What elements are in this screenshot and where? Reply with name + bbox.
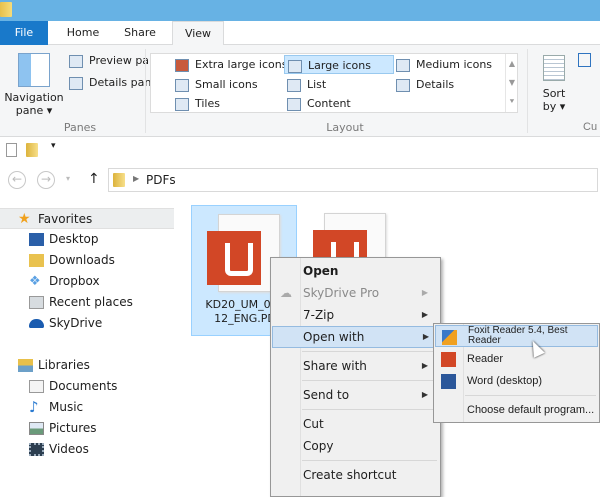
nav-item-skydrive[interactable]: SkyDrive <box>29 313 102 334</box>
sort-icon <box>543 55 565 81</box>
desktop-icon <box>29 233 44 246</box>
layout-large-icons[interactable]: Large icons <box>284 55 394 74</box>
libraries-icon <box>18 359 33 372</box>
current-view-group-label: Cu <box>583 121 598 133</box>
preview-pane-icon <box>69 54 83 68</box>
nav-item-music[interactable]: ♪ Music <box>29 397 83 418</box>
menu-7zip[interactable]: 7-Zip ▶ <box>273 304 438 326</box>
layout-group-label: Layout <box>326 121 364 134</box>
gallery-scroll[interactable]: ▲ ▼ ⯆ <box>505 54 518 112</box>
dropbox-icon: ❖ <box>29 274 41 289</box>
context-menu: Open ☁ SkyDrive Pro ▶ 7-Zip ▶ Open with ▶ Sh… <box>270 257 441 497</box>
navigation-pane-icon <box>18 53 50 87</box>
tiles-icon <box>175 97 189 111</box>
nav-item-desktop[interactable]: Desktop <box>29 229 99 250</box>
menu-cut[interactable]: Cut <box>273 413 438 435</box>
tab-share[interactable]: Share <box>112 21 168 45</box>
open-with-reader[interactable]: Reader <box>435 348 598 370</box>
navigation-pane-label: Navigation <box>4 91 64 104</box>
panes-group-label: Panes <box>63 121 97 134</box>
foxit-icon <box>442 330 457 345</box>
extra-large-icons-icon <box>175 58 189 72</box>
folder-icon <box>113 173 125 187</box>
open-with-foxit[interactable]: Foxit Reader 5.4, Best Reader <box>435 325 598 347</box>
menu-skydrive-pro[interactable]: ☁ SkyDrive Pro ▶ <box>273 282 438 304</box>
nav-favorites[interactable]: ★ Favorites <box>0 208 174 229</box>
videos-icon <box>29 443 44 456</box>
tab-view[interactable]: View <box>172 21 224 46</box>
reader-icon <box>441 352 456 367</box>
preview-pane-button[interactable]: Preview pane <box>69 51 163 70</box>
menu-open-with[interactable]: Open with ▶ <box>272 326 440 348</box>
folder-icon <box>0 2 12 17</box>
choose-default-program[interactable]: Choose default program... <box>435 399 598 421</box>
nav-item-pictures[interactable]: Pictures <box>29 418 97 439</box>
word-icon <box>441 374 456 389</box>
medium-icons-icon <box>396 58 410 72</box>
large-icons-icon <box>288 59 302 73</box>
layout-list[interactable]: List <box>287 75 326 94</box>
quick-access-toolbar: ▾ <box>0 138 600 163</box>
ribbon-tabs: File Home Share View <box>0 21 600 46</box>
open-with-submenu: Foxit Reader 5.4, Best Reader Reader Wor… <box>433 323 600 423</box>
details-icon <box>396 78 410 92</box>
pictures-icon <box>29 422 44 435</box>
navigation-pane-label2: pane ▾ <box>15 104 53 117</box>
layout-extra-large-icons[interactable]: Extra large icons <box>175 55 287 74</box>
group-by-icon[interactable] <box>578 53 591 67</box>
breadcrumb-chevron-icon[interactable]: ▶ <box>133 174 139 183</box>
menu-create-shortcut[interactable]: Create shortcut <box>273 464 438 486</box>
menu-open[interactable]: Open <box>273 260 438 282</box>
navigation-pane: ★ Favorites Desktop Downloads ❖ Dropbox Re… <box>0 197 176 485</box>
layout-small-icons[interactable]: Small icons <box>175 75 258 94</box>
properties-icon[interactable] <box>6 143 17 157</box>
list-icon <box>287 78 301 92</box>
layout-content[interactable]: Content <box>287 94 351 113</box>
menu-copy[interactable]: Copy <box>273 435 438 457</box>
nav-item-recent-places[interactable]: Recent places <box>29 292 133 313</box>
navigation-pane-button[interactable]: Navigation pane ▾ <box>4 51 64 117</box>
address-row: ← → ▾ ↑ ▶ PDFs <box>0 163 600 197</box>
layout-medium-icons[interactable]: Medium icons <box>396 55 492 74</box>
sort-by-button[interactable]: Sort by ▾ <box>536 55 572 113</box>
breadcrumb-pdfs[interactable]: PDFs <box>146 173 176 187</box>
nav-item-downloads[interactable]: Downloads <box>29 250 115 271</box>
tab-file[interactable]: File <box>0 21 48 45</box>
downloads-icon <box>29 254 44 267</box>
layout-tiles[interactable]: Tiles <box>175 94 220 113</box>
content-icon <box>287 97 301 111</box>
nav-item-dropbox[interactable]: ❖ Dropbox <box>29 271 100 292</box>
layout-details[interactable]: Details <box>396 75 454 94</box>
recent-locations-icon[interactable]: ▾ <box>66 174 70 183</box>
back-button[interactable]: ← <box>8 171 26 189</box>
ribbon: Navigation pane ▾ Preview pane Details p… <box>0 45 600 137</box>
small-icons-icon <box>175 78 189 92</box>
forward-button[interactable]: → <box>37 171 55 189</box>
customize-qat-icon[interactable]: ▾ <box>51 141 56 151</box>
title-bar <box>0 0 600 21</box>
music-icon: ♪ <box>29 398 39 416</box>
menu-send-to[interactable]: Send to ▶ <box>273 384 438 406</box>
up-button[interactable]: ↑ <box>88 171 100 187</box>
nav-libraries[interactable]: Libraries <box>18 355 90 376</box>
layout-gallery: Extra large icons Large icons Medium ico… <box>150 53 518 113</box>
details-pane-icon <box>69 76 83 90</box>
nav-item-documents[interactable]: Documents <box>29 376 117 397</box>
new-folder-icon[interactable] <box>26 143 38 157</box>
cloud-icon: ☁ <box>280 286 292 300</box>
star-icon: ★ <box>18 211 31 227</box>
open-with-word[interactable]: Word (desktop) <box>435 370 598 392</box>
recent-places-icon <box>29 296 44 309</box>
tab-home[interactable]: Home <box>58 21 108 45</box>
address-bar[interactable]: ▶ PDFs <box>108 168 598 192</box>
menu-share-with[interactable]: Share with ▶ <box>273 355 438 377</box>
skydrive-icon <box>29 319 44 328</box>
documents-icon <box>29 380 44 393</box>
nav-item-videos[interactable]: Videos <box>29 439 89 460</box>
